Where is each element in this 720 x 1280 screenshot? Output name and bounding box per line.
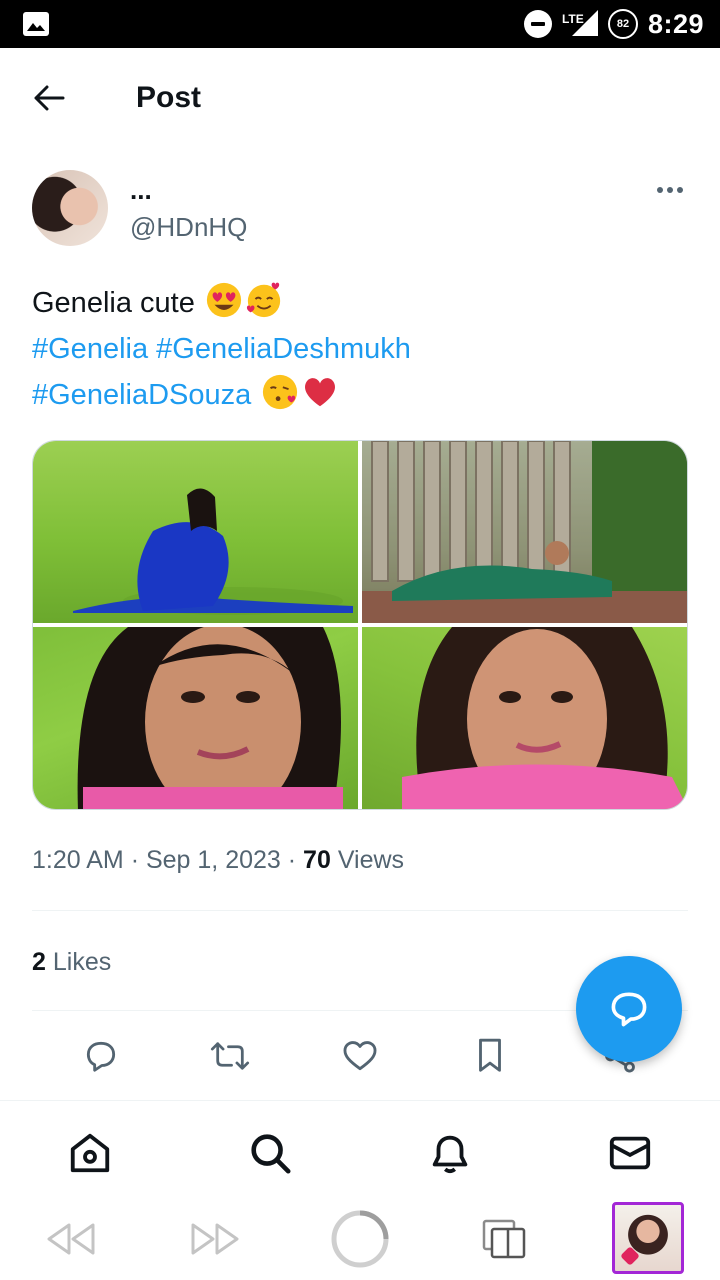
bookmark-icon [479, 1038, 501, 1072]
heart-icon [620, 1246, 640, 1266]
red-heart-emoji [305, 378, 336, 407]
top-app-bar: Post [0, 48, 720, 148]
meta-separator: · [287, 846, 297, 874]
home-circle-button[interactable] [325, 1204, 395, 1274]
fast-forward-icon [191, 1223, 239, 1255]
post-text: Genelia cute #Genelia #GeneliaDeshmukh #… [32, 280, 692, 418]
smiling-face-with-heart-eyes-emoji [206, 282, 241, 318]
likes-summary[interactable]: 2 Likes [32, 944, 111, 980]
recent-app-thumbnail[interactable] [612, 1202, 684, 1274]
clock: 8:29 [647, 8, 704, 39]
battery-indicator: 82 [607, 9, 638, 39]
post-image-2[interactable] [362, 441, 687, 623]
reply-button[interactable] [79, 1034, 123, 1078]
do-not-disturb-icon [523, 10, 552, 38]
retweet-button[interactable] [208, 1034, 252, 1078]
views-count: 70 [303, 846, 331, 874]
status-bar: LTE 82 8:29 [0, 0, 720, 48]
like-button[interactable] [338, 1034, 382, 1078]
lte-signal-icon: LTE [562, 8, 598, 40]
more-options-button[interactable] [650, 176, 690, 204]
bookmark-button[interactable] [468, 1034, 512, 1078]
views-label: Views [337, 846, 405, 874]
divider [32, 910, 688, 911]
recent-apps-button[interactable] [470, 1204, 540, 1274]
page-title: Post [136, 81, 202, 114]
post-body-text: Genelia cute [32, 287, 195, 319]
reply-fab-button[interactable] [576, 956, 682, 1062]
back-button[interactable] [24, 78, 74, 118]
rewind-icon [47, 1223, 95, 1255]
post-image-3[interactable] [33, 627, 358, 809]
smiling-face-with-hearts-emoji [246, 282, 281, 318]
notifications-icon [432, 1135, 468, 1174]
nav-notifications-button[interactable] [426, 1129, 474, 1177]
home-icon [70, 1133, 110, 1173]
likes-count: 2 [32, 948, 46, 976]
hashtag-link[interactable]: #GeneliaDSouza [32, 379, 251, 411]
post-time: 1:20 AM [32, 846, 124, 874]
likes-label: Likes [52, 948, 112, 976]
hashtag-link[interactable]: #GeneliaDeshmukh [156, 333, 411, 365]
post-date: Sep 1, 2023 [145, 846, 281, 874]
messages-icon [609, 1136, 651, 1170]
recent-apps-icon [482, 1219, 526, 1259]
search-icon [251, 1134, 291, 1174]
post-media-grid [32, 440, 688, 810]
system-navigation-bar [0, 1196, 720, 1280]
home-circle-icon [331, 1210, 389, 1268]
post-image-4[interactable] [362, 627, 687, 809]
gallery-notification-icon [22, 11, 50, 37]
rewind-button[interactable] [36, 1204, 106, 1274]
nav-home-button[interactable] [66, 1129, 114, 1177]
hashtag-link[interactable]: #Genelia [32, 333, 148, 365]
like-icon [343, 1041, 377, 1071]
author-display-name[interactable]: ... [130, 176, 152, 204]
chat-bubble-icon [611, 992, 647, 1027]
retweet-icon [210, 1042, 250, 1070]
nav-search-button[interactable] [246, 1129, 294, 1177]
reply-icon [86, 1041, 116, 1072]
author-avatar[interactable] [32, 170, 108, 246]
fast-forward-button[interactable] [180, 1204, 250, 1274]
nav-messages-button[interactable] [606, 1129, 654, 1177]
meta-separator: · [130, 846, 140, 874]
face-blowing-kiss-emoji [263, 374, 298, 410]
post-image-1[interactable] [33, 441, 358, 623]
post-timestamp-views: 1:20 AM · Sep 1, 2023 · 70 Views [32, 842, 404, 878]
bottom-navigation [0, 1100, 720, 1196]
back-arrow-icon [34, 85, 65, 111]
author-handle[interactable]: @HDnHQ [130, 212, 247, 242]
